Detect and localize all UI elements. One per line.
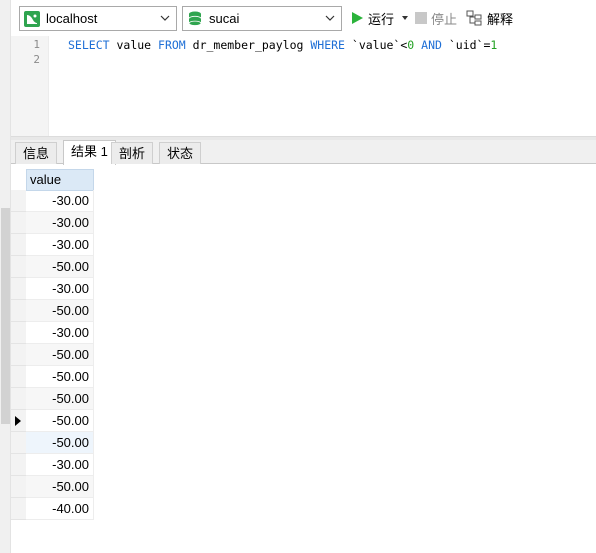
line-number: 2 xyxy=(33,53,40,66)
play-icon xyxy=(352,12,363,24)
sql-keyword: FROM xyxy=(158,38,186,52)
connection-select[interactable]: localhost xyxy=(19,6,177,31)
database-label: sucai xyxy=(209,11,240,26)
tab-profile[interactable]: 剖析 xyxy=(111,142,154,164)
stop-button[interactable]: 停止 xyxy=(415,8,457,28)
sql-query-text[interactable]: SELECT value FROM dr_member_paylog WHERE… xyxy=(68,38,497,52)
row-indicator[interactable] xyxy=(11,212,26,234)
explain-label: 解释 xyxy=(487,11,514,27)
table-cell-value[interactable]: -30.00 xyxy=(26,454,94,476)
line-number-gutter: 1 2 xyxy=(11,36,49,136)
sql-keyword: AND xyxy=(421,38,442,52)
row-indicator[interactable] xyxy=(11,190,26,212)
row-indicator[interactable] xyxy=(11,278,26,300)
result-grid[interactable]: value -30.00 -30.00 -30.00 -50.00 -30.00 -50.… xyxy=(11,165,596,553)
connection-icon xyxy=(24,10,40,27)
column-header-value[interactable]: value xyxy=(26,169,94,191)
row-indicator[interactable] xyxy=(11,432,26,454)
sql-keyword: SELECT xyxy=(68,38,110,52)
run-label: 运行 xyxy=(368,11,395,27)
run-dropdown-icon[interactable] xyxy=(400,13,410,23)
row-indicator[interactable] xyxy=(11,454,26,476)
tab-result-1[interactable]: 结果 1 xyxy=(63,140,116,165)
explain-button[interactable]: 解释 xyxy=(466,8,513,28)
row-indicator[interactable] xyxy=(11,366,26,388)
database-icon xyxy=(188,11,202,26)
left-scrollbar-thumb[interactable] xyxy=(1,208,10,424)
row-indicator[interactable] xyxy=(11,322,26,344)
table-cell-value[interactable]: -50.00 xyxy=(26,366,94,388)
stop-label: 停止 xyxy=(431,11,458,27)
stop-icon xyxy=(415,12,427,24)
row-indicator[interactable] xyxy=(11,300,26,322)
table-cell-value[interactable]: -50.00 xyxy=(26,388,94,410)
table-cell-value[interactable]: -50.00 xyxy=(26,476,94,498)
table-cell-value[interactable]: -30.00 xyxy=(26,212,94,234)
table-cell-value[interactable]: -50.00 xyxy=(26,410,94,432)
sql-text: dr_member_paylog xyxy=(185,38,311,52)
sql-keyword: WHERE xyxy=(310,38,345,52)
row-indicator[interactable] xyxy=(11,410,26,432)
row-indicator[interactable] xyxy=(11,234,26,256)
tab-status[interactable]: 状态 xyxy=(159,142,202,164)
tab-info[interactable]: 信息 xyxy=(15,142,58,164)
chevron-down-icon[interactable] xyxy=(324,12,336,24)
sql-editor[interactable]: 1 2 SELECT value FROM dr_member_paylog W… xyxy=(11,36,596,136)
run-button[interactable]: 运行 xyxy=(351,8,410,28)
current-row-arrow-icon xyxy=(15,416,21,426)
row-indicator[interactable] xyxy=(11,256,26,278)
result-tabs: 信息 结果 1 剖析 状态 xyxy=(11,140,596,165)
sql-number: 1 xyxy=(490,38,498,52)
table-cell-value[interactable]: -40.00 xyxy=(26,498,94,520)
table-cell-value[interactable]: -50.00 xyxy=(26,344,94,366)
row-indicator[interactable] xyxy=(11,498,26,520)
explain-icon xyxy=(466,10,482,26)
line-number: 1 xyxy=(33,38,40,51)
query-toolbar: localhost sucai 运行 停止 解释 xyxy=(11,0,596,36)
table-cell-value[interactable]: -50.00 xyxy=(26,256,94,278)
connection-label: localhost xyxy=(46,11,98,26)
table-cell-value[interactable]: -30.00 xyxy=(26,278,94,300)
row-indicator[interactable] xyxy=(11,388,26,410)
table-cell-value[interactable]: -30.00 xyxy=(26,234,94,256)
table-cell-value[interactable]: -50.00 xyxy=(26,300,94,322)
row-indicator[interactable] xyxy=(11,344,26,366)
sql-text: `value`< xyxy=(344,38,408,52)
table-cell-value[interactable]: -50.00 xyxy=(26,432,94,454)
table-cell-value[interactable]: -30.00 xyxy=(26,190,94,212)
sql-text: value xyxy=(109,38,159,52)
table-cell-value[interactable]: -30.00 xyxy=(26,322,94,344)
left-scrollbar[interactable] xyxy=(0,0,11,553)
sql-text: `uid`= xyxy=(441,38,491,52)
database-select[interactable]: sucai xyxy=(182,6,342,31)
row-indicator[interactable] xyxy=(11,476,26,498)
chevron-down-icon[interactable] xyxy=(159,12,171,24)
